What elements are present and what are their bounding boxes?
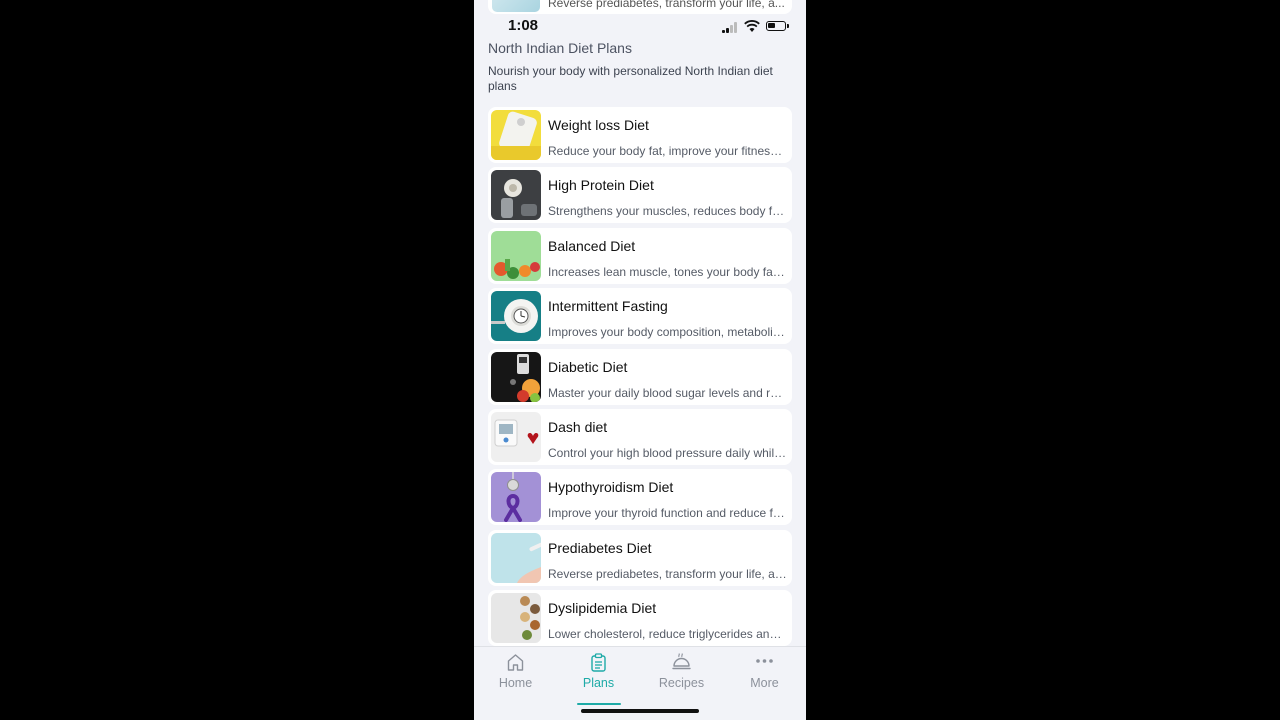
partial-plan-card[interactable]: Reverse prediabetes, transform your life… bbox=[488, 0, 792, 14]
plan-description: Increases lean muscle, tones your body f… bbox=[548, 264, 788, 279]
plan-title: Weight loss Diet bbox=[548, 117, 649, 133]
tab-label: Recipes bbox=[658, 676, 705, 690]
tab-plans[interactable]: Plans bbox=[557, 647, 640, 707]
plan-thumbnail bbox=[491, 230, 541, 281]
plan-card-diabetic[interactable]: Diabetic Diet Master your daily blood su… bbox=[488, 348, 792, 405]
cellular-signal-icon bbox=[722, 22, 738, 33]
plan-title: High Protein Diet bbox=[548, 177, 654, 194]
plan-list: Weight loss Diet Reduce your body fat, i… bbox=[488, 107, 792, 651]
status-time: 1:08 bbox=[508, 17, 539, 34]
plan-card-weight-loss[interactable]: Weight loss Diet Reduce your body fat, i… bbox=[488, 107, 792, 163]
plan-thumbnail bbox=[491, 411, 541, 462]
plan-description: Improve your thyroid function and reduce… bbox=[548, 506, 788, 521]
plan-description: Master your daily blood sugar levels and… bbox=[548, 385, 788, 400]
page-subtitle: Nourish your body with personalized Nort… bbox=[488, 64, 773, 93]
wifi-icon bbox=[744, 20, 760, 32]
plan-title: Diabetic Diet bbox=[548, 358, 628, 375]
plan-title: Prediabetes Diet bbox=[548, 539, 652, 556]
status-bar: 1:08 bbox=[474, 14, 806, 40]
more-dots-icon bbox=[756, 659, 773, 663]
tab-label: Home bbox=[498, 676, 533, 690]
plan-thumbnail bbox=[491, 110, 541, 160]
plan-title: Intermittent Fasting bbox=[548, 298, 668, 315]
plan-title: Dash diet bbox=[548, 418, 608, 435]
tab-more[interactable]: More bbox=[723, 647, 806, 707]
bottom-tab-bar: Home Plans Recipes More bbox=[474, 646, 806, 720]
plan-thumbnail bbox=[491, 170, 541, 221]
plan-title: Dyslipidemia Diet bbox=[548, 600, 657, 617]
plan-card-prediabetes[interactable]: Prediabetes Diet Reverse prediabetes, tr… bbox=[488, 529, 792, 586]
battery-icon bbox=[766, 21, 789, 31]
clipboard-icon bbox=[591, 653, 606, 672]
plan-card-dyslipidemia[interactable]: Dyslipidemia Diet Lower cholesterol, red… bbox=[488, 590, 792, 647]
tab-home[interactable]: Home bbox=[474, 647, 557, 707]
plan-description: Control your high blood pressure daily w… bbox=[548, 445, 788, 460]
active-tab-indicator bbox=[577, 703, 621, 705]
home-indicator[interactable] bbox=[581, 709, 699, 713]
plan-card-intermittent-fasting[interactable]: Intermittent Fasting Improves your body … bbox=[488, 288, 792, 345]
plan-card-balanced[interactable]: Balanced Diet Increases lean muscle, ton… bbox=[488, 227, 792, 284]
plan-description: Improves your body composition, metaboli… bbox=[548, 325, 788, 340]
plan-thumbnail bbox=[491, 351, 541, 402]
page-title: North Indian Diet Plans bbox=[488, 40, 632, 56]
home-icon bbox=[507, 654, 524, 671]
plan-card-high-protein[interactable]: High Protein Diet Strengthens your muscl… bbox=[488, 167, 792, 224]
plan-description: Reduce your body fat, improve your fitne… bbox=[548, 144, 788, 158]
plan-thumbnail bbox=[491, 532, 541, 583]
plan-description: Lower cholesterol, reduce triglycerides … bbox=[548, 627, 788, 642]
plan-description: Strengthens your muscles, reduces body f… bbox=[548, 204, 788, 219]
plan-card-dash[interactable]: Dash diet Control your high blood pressu… bbox=[488, 408, 792, 465]
plan-thumbnail bbox=[492, 0, 540, 12]
tab-recipes[interactable]: Recipes bbox=[640, 647, 723, 707]
plan-title: Hypothyroidism Diet bbox=[548, 479, 674, 496]
plan-description: Reverse prediabetes, transform your life… bbox=[548, 566, 788, 581]
plan-thumbnail bbox=[491, 472, 541, 523]
tab-label: Plans bbox=[582, 676, 615, 690]
phone-screen: Reverse prediabetes, transform your life… bbox=[474, 0, 806, 720]
plan-title: Balanced Diet bbox=[548, 237, 636, 254]
plan-thumbnail bbox=[491, 291, 541, 342]
tab-label: More bbox=[750, 676, 779, 690]
plan-description: Reverse prediabetes, transform your life… bbox=[548, 0, 785, 10]
plan-card-hypothyroidism[interactable]: Hypothyroidism Diet Improve your thyroid… bbox=[488, 469, 792, 526]
plan-thumbnail bbox=[491, 593, 541, 644]
dish-icon bbox=[672, 653, 691, 670]
